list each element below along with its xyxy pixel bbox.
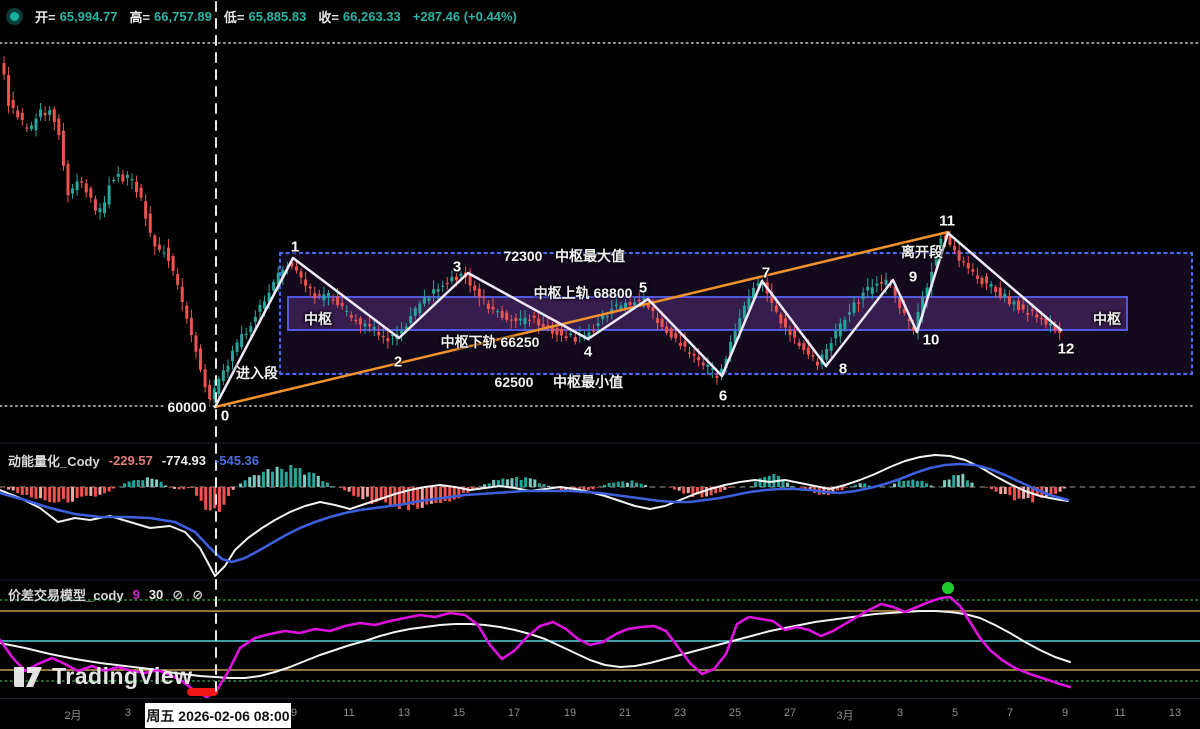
momentum-hist-value: -229.57 — [109, 453, 153, 468]
chart-annotation-10: 60000 — [165, 399, 210, 415]
crosshair-date-tooltip: 周五 2026-02-06 08:00 — [145, 703, 291, 728]
tradingview-watermark: TradingView — [14, 663, 193, 690]
chart-annotation-4: 72300 — [504, 248, 543, 264]
axis-label-15: 15 — [453, 707, 465, 719]
axis-label-7: 7 — [1007, 707, 1013, 719]
pivot-label-3: 3 — [453, 259, 461, 276]
pivot-label-8: 8 — [839, 361, 847, 378]
chart-annotation-1: 离开段 — [901, 242, 943, 262]
axis-label-3月: 3月 — [836, 707, 853, 723]
high-value: 66,757.89 — [154, 9, 212, 24]
axis-label-23: 23 — [674, 707, 686, 719]
ohlc-legend: 开= 65,994.77 高= 66,757.89 低=65,885.83 收= 66… — [6, 6, 517, 26]
pivot-label-9: 9 — [909, 269, 917, 286]
chart-annotation-8: 62500 — [495, 374, 534, 390]
axis-label-3: 3 — [897, 707, 903, 719]
axis-label-25: 25 — [729, 707, 741, 719]
pivot-label-5: 5 — [639, 280, 647, 297]
pivot-label-10: 10 — [923, 332, 940, 349]
spread-param-1: 9 — [133, 587, 140, 602]
high-label: 高= — [129, 7, 150, 26]
axis-label-11: 11 — [1114, 707, 1125, 719]
low-value: 65,885.83 — [248, 9, 306, 24]
pivot-label-0: 0 — [221, 408, 229, 425]
spread-pane-header[interactable]: 价差交易模型_cody 9 30 ⊘ ⊘ — [8, 585, 203, 604]
close-value: 66,263.33 — [343, 9, 401, 24]
series-toggle-icon[interactable] — [6, 8, 23, 25]
momentum-pane-header[interactable]: 动能量化_Cody -229.57 -774.93 -545.36 — [8, 451, 259, 470]
axis-label-27: 27 — [784, 707, 796, 719]
crosshair-date-text: 周五 2026-02-06 08:00 — [146, 706, 289, 726]
chart-annotation-7: 中枢下轨 66250 — [441, 332, 540, 352]
chart-annotation-9: 中枢最小值 — [553, 372, 623, 392]
spread-pane-title: 价差交易模型_cody — [8, 585, 124, 604]
open-value: 65,994.77 — [60, 9, 118, 24]
pivot-label-12: 12 — [1058, 341, 1075, 358]
change-value: +287.46 (+0.44%) — [413, 9, 517, 24]
axis-label-17: 17 — [508, 707, 520, 719]
axis-label-5: 5 — [952, 707, 958, 719]
open-label: 开= — [35, 7, 56, 26]
spread-param-2: 30 — [149, 587, 163, 602]
low-label: 低= — [224, 7, 245, 26]
pivot-label-7: 7 — [762, 265, 770, 282]
axis-label-9: 9 — [291, 707, 297, 719]
watermark-text: TradingView — [52, 663, 193, 690]
momentum-pane-title: 动能量化_Cody — [8, 451, 100, 470]
chart-canvas[interactable] — [0, 0, 1200, 729]
chart-annotation-6: 中枢上轨 68800 — [534, 283, 633, 303]
tradingview-chart-window: 开=65,994.77 高=66,757.89 低=65,885.83 收=66… — [0, 0, 1200, 729]
pivot-label-2: 2 — [394, 354, 402, 371]
axis-label-19: 19 — [564, 707, 576, 719]
axis-label-13: 13 — [398, 707, 410, 719]
axis-label-2月: 2月 — [64, 707, 81, 723]
axis-label-11: 11 — [343, 707, 354, 719]
tradingview-logo-icon — [14, 664, 44, 690]
hide-icon[interactable]: ⊘ — [172, 587, 183, 603]
pivot-label-1: 1 — [291, 239, 299, 256]
hide-icon[interactable]: ⊘ — [192, 587, 203, 603]
chart-annotation-2: 中枢 — [304, 309, 332, 329]
momentum-slow-value: -545.36 — [215, 453, 259, 468]
chart-annotation-5: 中枢最大值 — [555, 246, 625, 266]
pivot-label-4: 4 — [584, 344, 592, 361]
pivot-label-6: 6 — [719, 388, 727, 405]
axis-label-13: 13 — [1169, 707, 1181, 719]
axis-label-3: 3 — [125, 707, 131, 719]
chart-annotation-0: 进入段 — [236, 363, 278, 383]
axis-label-9: 9 — [1062, 707, 1068, 719]
momentum-fast-value: -774.93 — [162, 453, 206, 468]
chart-annotation-3: 中枢 — [1093, 309, 1121, 329]
close-label: 收= — [318, 7, 339, 26]
pivot-label-11: 11 — [939, 213, 955, 230]
axis-label-21: 21 — [619, 707, 631, 719]
